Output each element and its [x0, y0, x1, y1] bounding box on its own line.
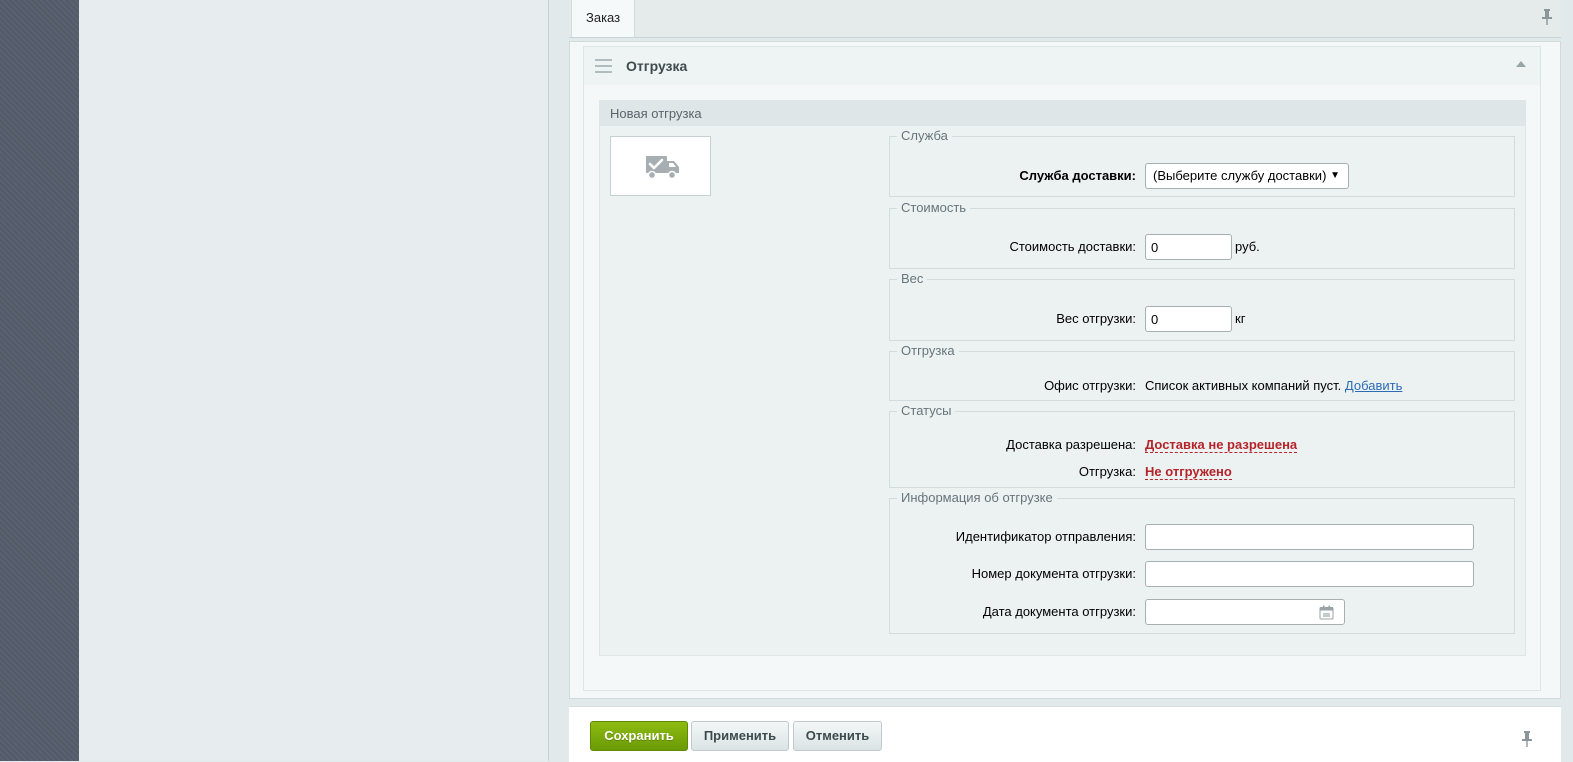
dropdown-arrow-icon: ▼ — [1330, 170, 1340, 181]
main-area: Заказ Отгрузка Новая отгрузка Служба Слу… — [549, 0, 1573, 762]
shipment-status-row: Отгрузка: Не отгружено — [890, 459, 1514, 485]
service-legend: Служба — [897, 129, 952, 143]
service-label: Служба доставки: — [1019, 168, 1136, 183]
shipment-status-value-wrap: Не отгружено — [1145, 459, 1232, 485]
delivery-allowed-label: Доставка разрешена: — [1006, 437, 1136, 452]
drag-handle-icon[interactable] — [595, 59, 612, 73]
calendar-icon[interactable] — [1319, 605, 1334, 620]
cost-group: Стоимость Стоимость доставки: руб. — [889, 201, 1515, 269]
tab-content: Отгрузка Новая отгрузка Служба Служба до… — [569, 41, 1561, 699]
cost-label: Стоимость доставки: — [1009, 239, 1136, 254]
delivery-allowed-row: Доставка разрешена: Доставка не разрешен… — [890, 432, 1514, 458]
shipment-status[interactable]: Не отгружено — [1145, 464, 1232, 480]
doc-date-row: Дата документа отгрузки: — [890, 599, 1514, 625]
truck-check-icon — [646, 156, 679, 180]
tracking-label: Идентификатор отправления: — [955, 529, 1136, 544]
delivery-logo-box — [610, 136, 711, 196]
shipping-office-value: Список активных компаний пуст. Добавить — [1145, 373, 1402, 399]
cost-legend: Стоимость — [897, 201, 971, 215]
shipping-office-row: Офис отгрузки: Список активных компаний … — [890, 373, 1514, 399]
delivery-service-selected: (Выберите службу доставки) — [1153, 168, 1327, 183]
side-panel — [79, 0, 549, 761]
shipping-group: Отгрузка Офис отгрузки: Список активных … — [889, 344, 1515, 401]
delivery-allowed-status[interactable]: Доставка не разрешена — [1145, 437, 1298, 453]
doc-number-label: Номер документа отгрузки: — [971, 566, 1136, 581]
weight-legend: Вес — [897, 272, 928, 286]
tab-order[interactable]: Заказ — [571, 0, 636, 37]
doc-date-field[interactable] — [1145, 599, 1345, 625]
apply-button[interactable]: Применить — [691, 721, 789, 751]
pin-icon[interactable] — [1521, 731, 1533, 747]
doc-date-label: Дата документа отгрузки: — [982, 604, 1136, 619]
tab-bar: Заказ — [569, 0, 1561, 38]
doc-number-row: Номер документа отгрузки: — [890, 561, 1514, 587]
shipment-section: Отгрузка Новая отгрузка Служба Служба до… — [583, 46, 1541, 691]
cost-row: Стоимость доставки: руб. — [890, 234, 1514, 260]
tracking-row: Идентификатор отправления: — [890, 524, 1514, 550]
weight-label: Вес отгрузки: — [1056, 311, 1136, 326]
shipping-office-label: Офис отгрузки: — [1044, 378, 1136, 393]
section-body: Новая отгрузка Служба Служба доставки: (… — [584, 85, 1540, 690]
cancel-button[interactable]: Отменить — [793, 721, 882, 751]
shipment-status-label: Отгрузка: — [1078, 464, 1136, 479]
shipment-info-legend: Информация об отгрузке — [897, 491, 1057, 505]
collapse-arrow-icon[interactable] — [1516, 61, 1526, 67]
service-row: Служба доставки: (Выберите службу достав… — [890, 163, 1514, 189]
weight-group: Вес Вес отгрузки: кг — [889, 272, 1515, 341]
shipment-weight-input[interactable] — [1145, 306, 1232, 332]
shipment-info-group: Информация об отгрузке Идентификатор отп… — [889, 491, 1515, 634]
service-group: Служба Служба доставки: (Выберите службу… — [889, 129, 1515, 197]
cost-unit: руб. — [1235, 239, 1260, 254]
empty-companies-text: Список активных компаний пуст. — [1145, 378, 1342, 393]
left-menu-strip — [0, 0, 79, 761]
delivery-cost-input[interactable] — [1145, 234, 1232, 260]
new-shipment-title: Новая отгрузка — [600, 101, 1525, 126]
statuses-legend: Статусы — [897, 404, 956, 418]
doc-number-input[interactable] — [1145, 561, 1474, 587]
tracking-number-input[interactable] — [1145, 524, 1474, 550]
pin-icon[interactable] — [1541, 9, 1553, 25]
statuses-group: Статусы Доставка разрешена: Доставка не … — [889, 404, 1515, 488]
section-title: Отгрузка — [626, 58, 688, 74]
form-footer: Сохранить Применить Отменить — [569, 706, 1561, 762]
weight-unit: кг — [1235, 311, 1246, 326]
section-header: Отгрузка — [584, 47, 1540, 85]
add-company-link[interactable]: Добавить — [1345, 378, 1402, 393]
delivery-allowed-value-wrap: Доставка не разрешена — [1145, 432, 1298, 458]
new-shipment-block: Новая отгрузка Служба Служба доставки: (… — [599, 100, 1526, 656]
shipping-legend: Отгрузка — [897, 344, 959, 358]
save-button[interactable]: Сохранить — [590, 721, 688, 751]
weight-row: Вес отгрузки: кг — [890, 306, 1514, 332]
delivery-service-select[interactable]: (Выберите службу доставки) ▼ — [1145, 163, 1349, 189]
